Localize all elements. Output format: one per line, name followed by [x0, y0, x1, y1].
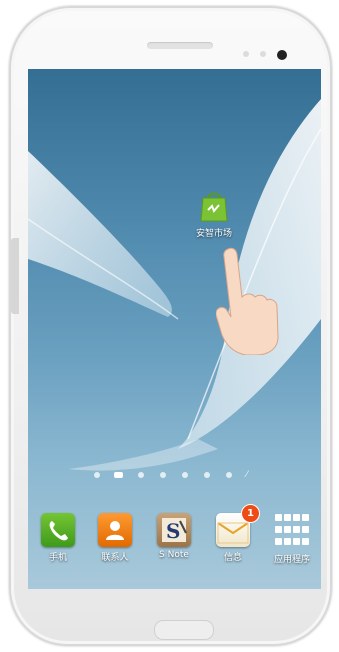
market-bag-icon: [200, 192, 228, 222]
unread-badge: 1: [242, 505, 259, 522]
dock-label: 手机: [48, 553, 67, 563]
home-screen[interactable]: 安智市场 ⁄ 手机 联系人 S S Note 1 信息 应用程序: [28, 69, 321, 589]
dock-label: 信息: [223, 553, 242, 563]
contacts-icon: [98, 513, 132, 547]
page-dot[interactable]: [94, 472, 100, 478]
dock-item-snote[interactable]: S S Note: [146, 513, 202, 560]
dock-item-messages[interactable]: 1 信息: [205, 505, 261, 563]
snote-icon: S: [157, 513, 191, 547]
volume-button: [11, 238, 19, 314]
apps-grid-icon: [274, 513, 310, 549]
home-button[interactable]: [154, 620, 214, 640]
svg-text:S: S: [166, 519, 180, 543]
light-sensor: [260, 51, 266, 57]
pointing-hand-icon: [216, 247, 279, 355]
front-camera: [277, 50, 287, 60]
page-dot[interactable]: [204, 472, 210, 478]
dock-label: 联系人: [101, 553, 129, 563]
dock-bar: 手机 联系人 S S Note 1 信息 应用程序: [28, 505, 321, 577]
phone-icon: [41, 513, 75, 547]
dock-label: S Note: [159, 550, 189, 560]
page-dot[interactable]: [182, 472, 188, 478]
dock-item-apps[interactable]: 应用程序: [264, 513, 320, 565]
message-icon: 1: [216, 505, 259, 547]
shortcut-label: 安智市场: [195, 229, 232, 239]
dock-item-contacts[interactable]: 联系人: [87, 513, 143, 563]
edit-page-icon[interactable]: ⁄: [246, 470, 248, 480]
proximity-sensor: [243, 51, 249, 57]
dock-label: 应用程序: [273, 555, 310, 565]
page-dot[interactable]: [138, 472, 144, 478]
page-dot[interactable]: [160, 472, 166, 478]
page-dot[interactable]: [226, 472, 232, 478]
anzhi-market-shortcut[interactable]: 安智市场: [186, 189, 242, 239]
dock-item-phone[interactable]: 手机: [30, 513, 86, 563]
page-indicator[interactable]: ⁄: [92, 470, 262, 480]
page-dot-active[interactable]: [114, 472, 123, 478]
earpiece-speaker: [147, 42, 213, 49]
